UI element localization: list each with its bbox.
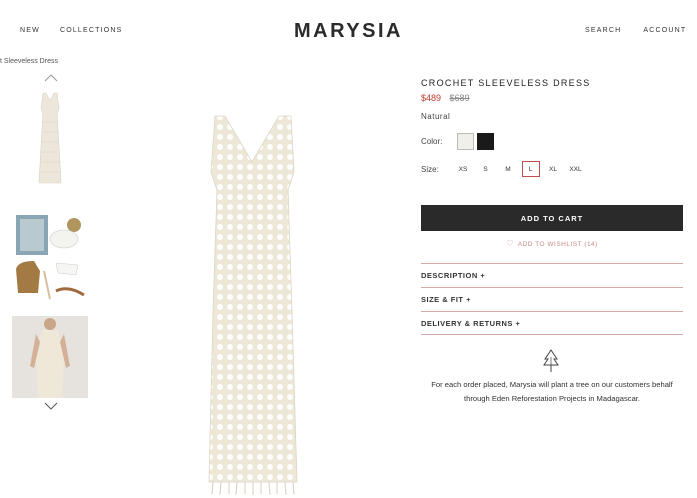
thumbnail-dress-front[interactable] (12, 87, 88, 191)
color-label: Color: (421, 137, 443, 146)
color-selector: Color: (421, 133, 497, 150)
breadcrumb[interactable]: t Sleeveless Dress (0, 58, 58, 65)
accordion-delivery-returns[interactable]: DELIVERY & RETURNS + (421, 311, 683, 335)
add-to-cart-button[interactable]: ADD TO CART (421, 205, 683, 231)
size-option-xl[interactable]: XL (544, 161, 562, 177)
price-block: $489 $689 (421, 93, 470, 103)
size-option-xs[interactable]: XS (454, 161, 472, 177)
heart-icon: ♡ (506, 239, 514, 248)
size-option-s[interactable]: S (477, 161, 495, 177)
accordion-size-fit[interactable]: SIZE & FIT + (421, 287, 683, 311)
nav-search-link[interactable]: SEARCH (585, 27, 621, 34)
accordion-description[interactable]: DESCRIPTION + (421, 263, 683, 287)
tree-planting-message: For each order placed, Marysia will plan… (411, 378, 693, 406)
size-selector: Size: XS S M L XL XXL (421, 161, 589, 177)
add-to-wishlist-link[interactable]: ♡ ADD TO WISHLIST (14) (421, 239, 683, 248)
original-price: $689 (449, 93, 470, 103)
utility-nav: SEARCH ACCOUNT C (585, 27, 697, 34)
color-swatch-black[interactable] (477, 133, 494, 150)
product-main-image[interactable] (195, 112, 310, 496)
tree-message-line-2: through Eden Reforestation Projects in M… (463, 394, 641, 403)
sale-price: $489 (421, 93, 442, 103)
nav-account-link[interactable]: ACCOUNT (643, 27, 686, 34)
size-label: Size: (421, 164, 439, 174)
chevron-up-icon[interactable] (44, 73, 58, 83)
color-swatch-natural[interactable] (457, 133, 474, 150)
flatlay-thumbnail-image (16, 215, 85, 300)
size-option-l[interactable]: L (521, 161, 540, 177)
thumbnail-styled-flatlay[interactable] (12, 211, 88, 303)
tree-message-line-1: For each order placed, Marysia will plan… (431, 380, 673, 389)
chevron-down-icon[interactable] (44, 401, 58, 411)
thumbnail-model-photo[interactable] (12, 316, 88, 398)
dress-thumbnail-image (38, 92, 62, 184)
model-thumbnail-image (12, 316, 88, 398)
size-option-m[interactable]: M (499, 161, 517, 177)
tree-icon (543, 349, 559, 372)
size-option-xxl[interactable]: XXL (567, 161, 585, 177)
product-title: CROCHET SLEEVELESS DRESS (421, 78, 591, 88)
selected-variant-name: Natural (421, 112, 451, 121)
wishlist-label: ADD TO WISHLIST (14) (517, 241, 598, 248)
